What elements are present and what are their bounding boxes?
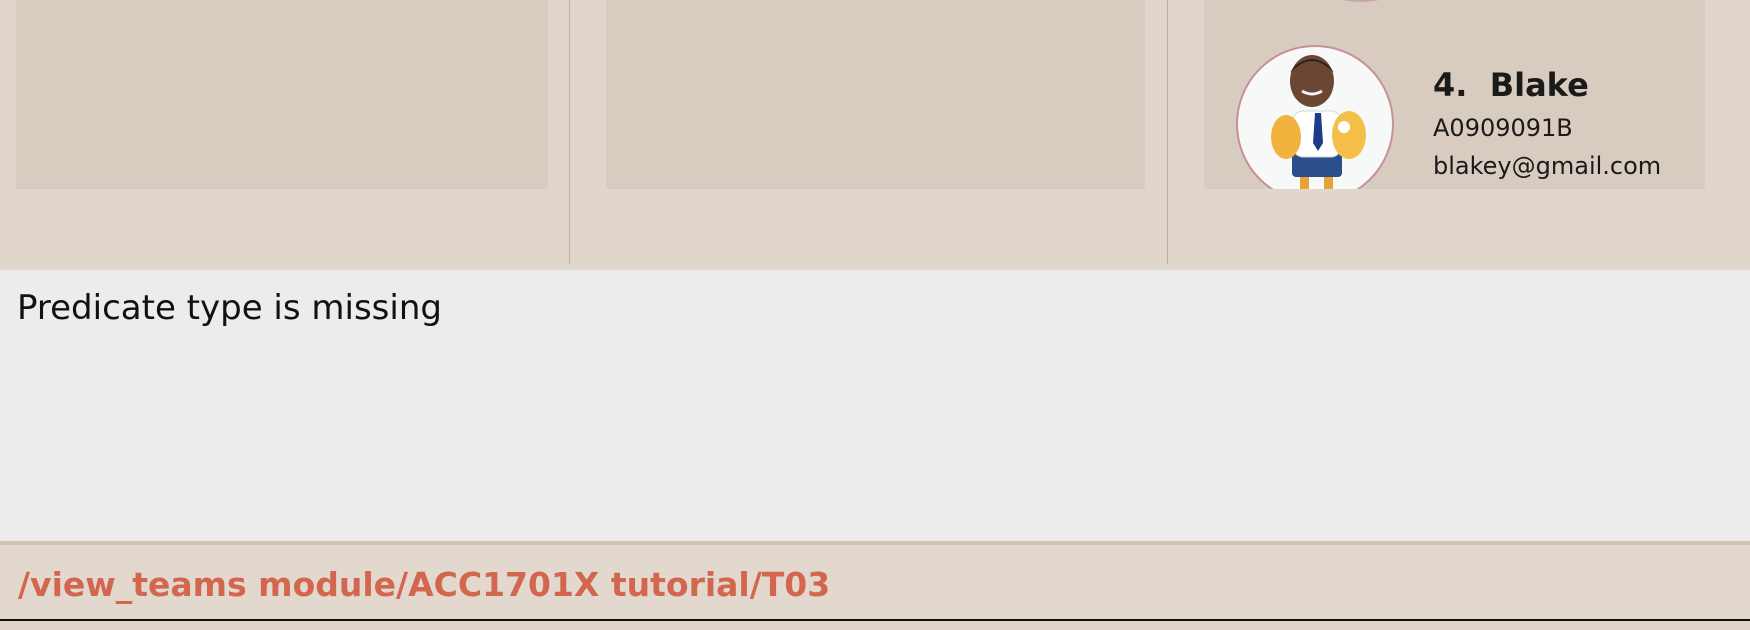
- team-column-3: 4. Blake A0909091B blakey@gmail.com: [1167, 0, 1750, 264]
- person-student-id: A0909091B: [1433, 114, 1573, 142]
- person-avatar-icon: [1236, 45, 1394, 189]
- command-box: [0, 541, 1750, 619]
- team-column-1: [0, 0, 569, 264]
- team-panels: 4. Blake A0909091B blakey@gmail.com: [0, 0, 1750, 270]
- bottom-border: [0, 619, 1750, 621]
- team-card-list-1[interactable]: [16, 0, 548, 189]
- person-name: 4. Blake: [1433, 66, 1589, 104]
- team-column-2: [569, 0, 1167, 264]
- person-card[interactable]: 4. Blake A0909091B blakey@gmail.com: [1204, 0, 1705, 189]
- result-display: Predicate type is missing: [0, 270, 1750, 541]
- result-message: Predicate type is missing: [17, 288, 442, 328]
- person-email: blakey@gmail.com: [1433, 152, 1662, 180]
- team-card-list-2[interactable]: [606, 0, 1145, 189]
- command-input[interactable]: [18, 565, 1718, 604]
- team-card-list-3[interactable]: 4. Blake A0909091B blakey@gmail.com: [1204, 0, 1705, 189]
